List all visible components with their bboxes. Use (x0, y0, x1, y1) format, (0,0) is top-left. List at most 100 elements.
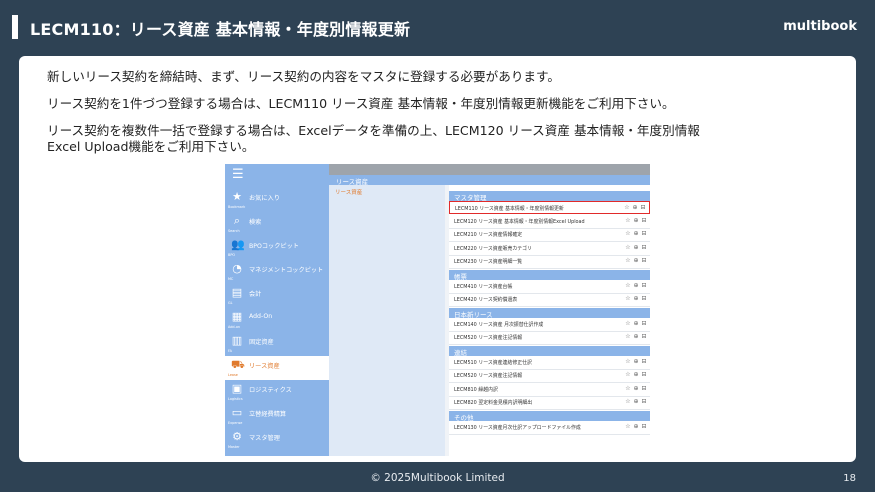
paragraph-3-line-2: Excel Upload機能をご利用下さい。 (47, 139, 255, 154)
star-icon: ★ (232, 190, 242, 203)
nav-item-sub: BPO (228, 253, 236, 257)
function-row[interactable]: LECM820 翌定料金見積内訳明細出 ☆ ⊕ ⊟ (449, 396, 650, 410)
nav-item-label: BPOコックピット (249, 243, 299, 250)
copyright: © 2025Multibook Limited (370, 472, 505, 484)
search-icon: ⌕ (233, 214, 241, 227)
slide-header: LECM110：リース資産 基本情報・年度別情報更新 multibook (0, 0, 875, 52)
paragraph-3: リース契約を複数件一括で登録する場合は、Excelデータを準備の上、LECM12… (47, 123, 700, 155)
function-row[interactable]: LECM220 リース資産販売カテゴリ ☆ ⊕ ⊟ (449, 242, 650, 256)
function-label: LECM140 リース資産 月次振替仕訳作成 (454, 321, 544, 328)
nav-item-sub: Logistics (228, 397, 243, 401)
gear-icon: ⚙ (232, 430, 242, 443)
nav-item-label: 検索 (249, 219, 262, 226)
function-label: LECM120 リース資産 基本情報・年度別情報Excel Upload (454, 218, 585, 225)
nav-item-sub: FA (228, 349, 232, 353)
nav-item-8[interactable]: ▣ ロジスティクス Logistics (225, 380, 329, 404)
module-sub-item[interactable]: リース資産 (335, 188, 362, 196)
function-row[interactable]: LECM410 リース資産台帳 ☆ ⊕ ⊟ (449, 280, 650, 294)
function-row[interactable]: LECM520 リース資産注記情報 ☆ ⊕ ⊟ (449, 331, 650, 345)
row-action-icons[interactable]: ☆ ⊕ ⊟ (625, 398, 647, 405)
function-label: LECM410 リース資産台帳 (454, 283, 513, 290)
left-navigation: ☰ ★ お気に入り Bookmark ⌕ 検索 Search 👥 BPOコックピット BPO ◔ マ… (225, 164, 329, 456)
nav-item-5[interactable]: ▦ Add-On Add-on (225, 308, 329, 332)
function-row[interactable]: LECM130 リース資産月次仕訳アップロードファイル作成 ☆ ⊕ ⊟ (449, 421, 650, 435)
row-action-icons[interactable]: ☆ ⊕ ⊟ (625, 230, 647, 237)
wallet-icon: ▭ (231, 406, 243, 419)
nav-item-0[interactable]: ★ お気に入り Bookmark (225, 188, 329, 212)
function-row[interactable]: LECM120 リース資産 基本情報・年度別情報Excel Upload ☆ ⊕ … (449, 215, 650, 229)
top-gray-bar (329, 164, 650, 175)
function-label: LECM130 リース資産月次仕訳アップロードファイル作成 (454, 424, 581, 431)
function-label: LECM230 リース資産明細一覧 (454, 259, 523, 265)
people-icon: 👥 (231, 238, 245, 251)
paragraph-1: 新しいリース契約を締結時、まず、リース契約の内容をマスタに登録する必要があります… (47, 69, 560, 84)
function-row[interactable]: LECM510 リース資産連結修正仕訳 ☆ ⊕ ⊟ (449, 356, 650, 370)
nav-item-3[interactable]: ◔ マネジメントコックピット MC (225, 260, 329, 284)
nav-item-label: マネジメントコックピット (249, 267, 324, 274)
function-row[interactable]: LECM520 リース資産注記情報 ☆ ⊕ ⊟ (449, 369, 650, 383)
nav-item-9[interactable]: ▭ 立替経費精算 Expense (225, 404, 329, 428)
function-label: LECM820 翌定料金見積内訳明細出 (454, 400, 533, 406)
nav-item-label: 固定資産 (249, 339, 274, 346)
nav-item-10[interactable]: ⚙ マスタ管理 Master (225, 428, 329, 452)
nav-item-7[interactable]: ⛟ リース資産 Lease (225, 356, 329, 380)
nav-item-sub: Expense (228, 421, 243, 425)
title-accent-bar (12, 15, 18, 39)
nav-item-1[interactable]: ⌕ 検索 Search (225, 212, 329, 236)
row-action-icons[interactable]: ☆ ⊕ ⊟ (625, 217, 647, 224)
ledger-icon: ▤ (231, 286, 243, 299)
section-header: マスタ管理 (449, 191, 650, 202)
row-action-icons[interactable]: ☆ ⊕ ⊟ (625, 333, 647, 340)
nav-item-4[interactable]: ▤ 会計 GL (225, 284, 329, 308)
nav-top: ☰ (225, 164, 329, 186)
nav-item-label: 会計 (249, 291, 262, 298)
function-label: LECM520 リース資産注記情報 (454, 335, 523, 341)
nav-item-sub: GL (228, 301, 233, 305)
function-label: LECM810 繰越内訳 (454, 386, 498, 393)
nav-item-2[interactable]: 👥 BPOコックピット BPO (225, 236, 329, 260)
function-row[interactable]: LECM810 繰越内訳 ☆ ⊕ ⊟ (449, 383, 650, 397)
section-header: 帳票 (449, 269, 650, 281)
building-icon: ▥ (231, 334, 243, 347)
row-action-icons[interactable]: ☆ ⊕ ⊟ (625, 282, 647, 289)
nav-item-label: リース資産 (249, 363, 280, 370)
function-row[interactable]: LECM420 リース契約償還表 ☆ ⊕ ⊟ (449, 293, 650, 307)
nav-item-sub: Search (228, 229, 240, 233)
function-row[interactable]: LECM140 リース資産 月次振替仕訳作成 ☆ ⊕ ⊟ (449, 318, 650, 332)
nav-item-sub: Lease (228, 373, 238, 377)
function-label: LECM210 リース資産情報確定 (454, 232, 523, 238)
nav-item-label: お気に入り (249, 195, 280, 202)
nav-item-label: ロジスティクス (249, 387, 292, 394)
nav-item-6[interactable]: ▥ 固定資産 FA (225, 332, 329, 356)
row-action-icons[interactable]: ☆ ⊕ ⊟ (624, 204, 646, 211)
row-action-icons[interactable]: ☆ ⊕ ⊟ (625, 385, 647, 392)
function-row[interactable]: LECM230 リース資産明細一覧 ☆ ⊕ ⊟ (449, 255, 650, 269)
nav-item-sub: Master (228, 445, 240, 449)
nav-item-sub: Add-on (228, 325, 241, 329)
function-label: LECM110 リース資産 基本情報・年度別情報更新 (455, 206, 564, 212)
section-header: その他 (449, 410, 650, 422)
row-action-icons[interactable]: ☆ ⊕ ⊟ (625, 423, 647, 430)
nav-item-label: Add-On (249, 313, 273, 320)
section-header: 連結 (449, 345, 650, 357)
app-screenshot: ☰ ★ お気に入り Bookmark ⌕ 検索 Search 👥 BPOコックピット BPO ◔ マ… (225, 164, 650, 456)
row-action-icons[interactable]: ☆ ⊕ ⊟ (625, 371, 647, 378)
nav-item-sub: MC (228, 277, 234, 281)
content-card: 新しいリース契約を締結時、まず、リース契約の内容をマスタに登録する必要があります… (19, 56, 856, 462)
multibook-logo: multibook (783, 19, 857, 34)
box-icon: ▣ (231, 382, 243, 395)
row-action-icons[interactable]: ☆ ⊕ ⊟ (625, 358, 647, 365)
row-action-icons[interactable]: ☆ ⊕ ⊟ (625, 295, 647, 302)
paragraph-3-line-1: リース契約を複数件一括で登録する場合は、Excelデータを準備の上、LECM12… (47, 123, 700, 138)
page-number: 18 (843, 473, 856, 484)
gauge-icon: ◔ (232, 262, 242, 275)
nav-item-sub: Bookmark (228, 205, 246, 209)
hamburger-icon[interactable]: ☰ (232, 168, 244, 181)
row-action-icons[interactable]: ☆ ⊕ ⊟ (625, 244, 647, 251)
nav-item-label: マスタ管理 (249, 435, 280, 442)
row-action-icons[interactable]: ☆ ⊕ ⊟ (625, 257, 647, 264)
highlighted-function-row[interactable]: LECM110 リース資産 基本情報・年度別情報更新 ☆ ⊕ ⊟ (449, 201, 650, 214)
function-row[interactable]: LECM210 リース資産情報確定 ☆ ⊕ ⊟ (449, 228, 650, 242)
section-header: 日本新リース (449, 307, 650, 319)
row-action-icons[interactable]: ☆ ⊕ ⊟ (625, 320, 647, 327)
